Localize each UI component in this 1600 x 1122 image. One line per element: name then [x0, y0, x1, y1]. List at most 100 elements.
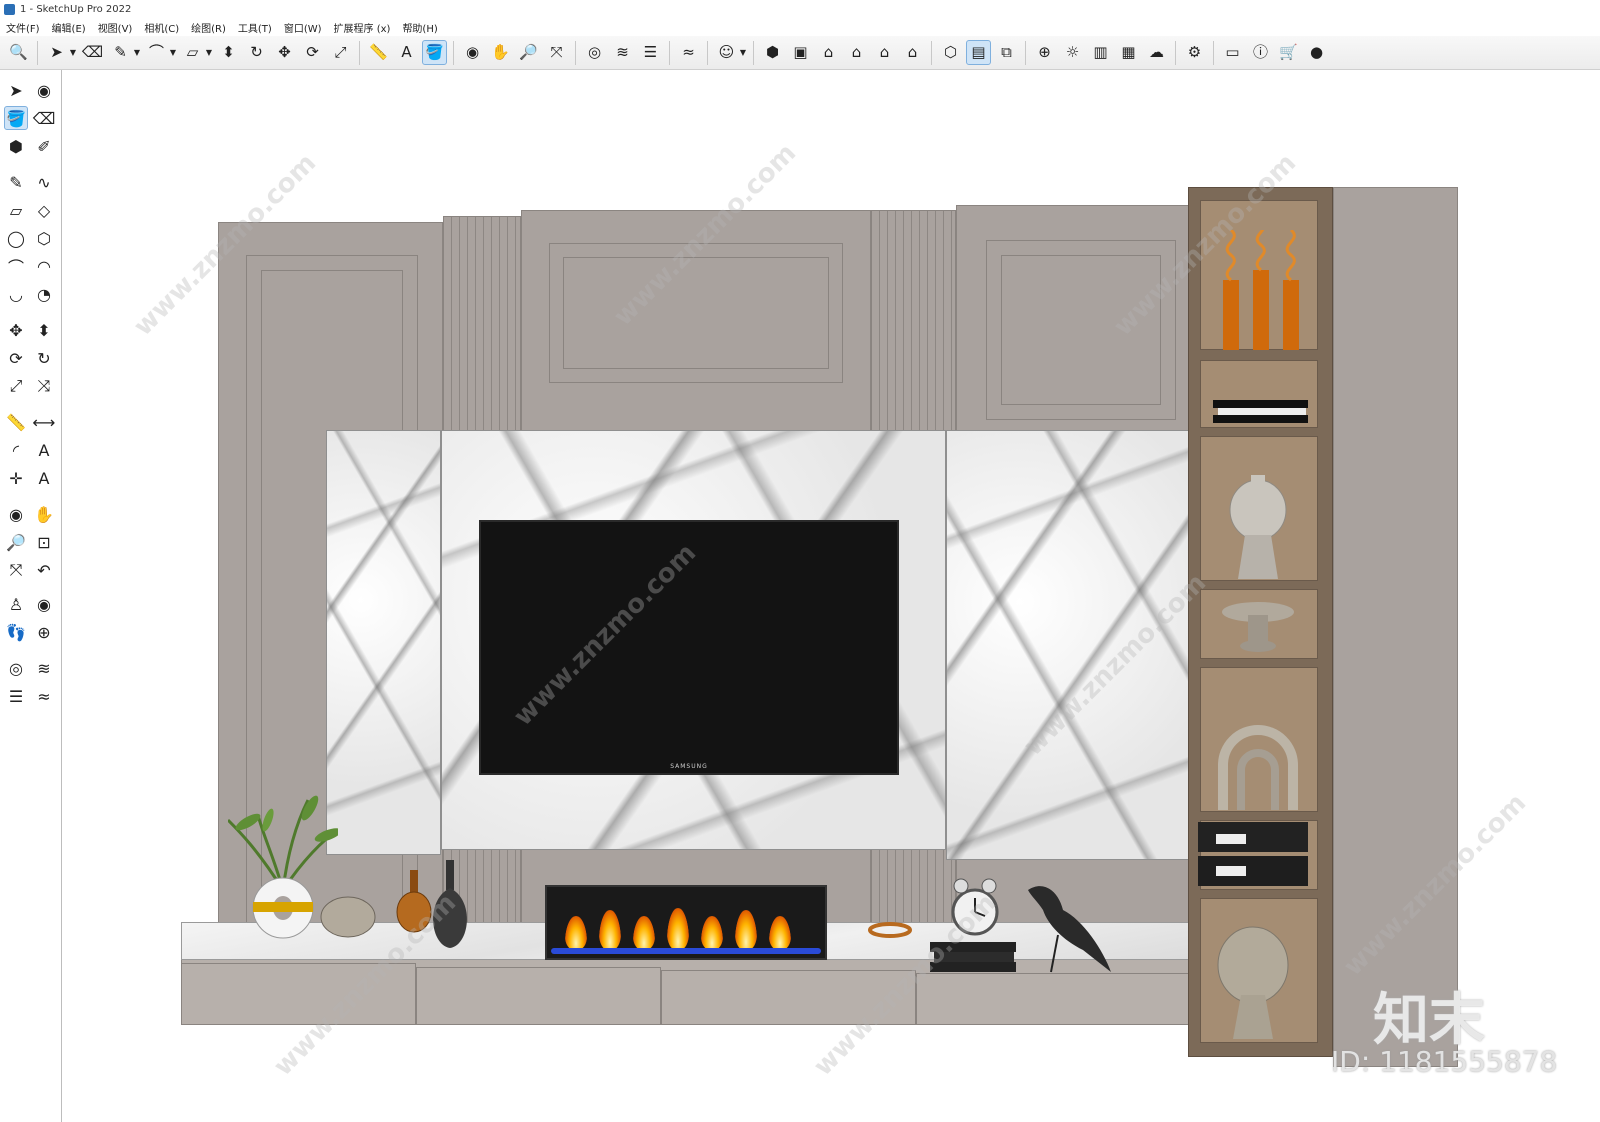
- pan-tool-icon[interactable]: ✋: [32, 502, 56, 526]
- move-tool-icon[interactable]: ✥: [4, 318, 28, 342]
- look-around-tool-icon[interactable]: ◉: [32, 592, 56, 616]
- account-icon[interactable]: ☺ ▼: [714, 40, 746, 65]
- rect-tool-icon[interactable]: ▱: [4, 198, 28, 222]
- zoom-icon[interactable]: 🔎: [516, 40, 541, 65]
- 3dtext-tool-icon[interactable]: A: [32, 466, 56, 490]
- top-view-icon[interactable]: ▣: [788, 40, 813, 65]
- line-tool-icon[interactable]: ✎: [4, 170, 28, 194]
- shadows-icon[interactable]: ☼: [1060, 40, 1085, 65]
- text-icon[interactable]: A: [394, 40, 419, 65]
- menu-item[interactable]: 扩展程序 (x): [333, 20, 392, 35]
- menu-item[interactable]: 帮助(H): [401, 20, 438, 35]
- offset-tool-icon[interactable]: ⤨: [32, 374, 56, 398]
- followme-tool-icon[interactable]: ↻: [32, 346, 56, 370]
- menu-item[interactable]: 窗口(W): [283, 20, 323, 35]
- texture-icon[interactable]: ▦: [1116, 40, 1141, 65]
- pie-tool-icon[interactable]: ◔: [32, 282, 56, 306]
- back-view-icon[interactable]: ⌂: [872, 40, 897, 65]
- tape-tool-icon[interactable]: 📏: [4, 410, 28, 434]
- follow-me-icon[interactable]: ↻: [244, 40, 269, 65]
- orbit-icon[interactable]: ◉: [460, 40, 485, 65]
- eraser-tool-icon[interactable]: ⌫: [32, 106, 56, 130]
- select-tool-icon[interactable]: ➤: [4, 78, 28, 102]
- cloud-icon[interactable]: ☁: [1144, 40, 1169, 65]
- dimension-tool-icon[interactable]: ⟷: [32, 410, 56, 434]
- rotate-icon[interactable]: ⟳: [300, 40, 325, 65]
- zoom-extents-tool-icon[interactable]: ⤧: [4, 558, 28, 582]
- scale-icon[interactable]: ⤢: [328, 40, 353, 65]
- prev-view-tool-icon[interactable]: ↶: [32, 558, 56, 582]
- zoom-window-icon[interactable]: 🔍: [6, 40, 31, 65]
- dropdown-arrow-icon[interactable]: ▼: [70, 49, 76, 57]
- text-tool-icon[interactable]: A: [32, 438, 56, 462]
- arc-tool-icon[interactable]: ⌒: [4, 254, 28, 278]
- left-view-icon[interactable]: ⌂: [900, 40, 925, 65]
- axes-tool-icon[interactable]: ✛: [4, 466, 28, 490]
- menu-item[interactable]: 工具(T): [237, 20, 273, 35]
- sandbox-contours-icon[interactable]: ◎: [582, 40, 607, 65]
- info-icon[interactable]: ⓘ: [1248, 40, 1273, 65]
- sandbox-contours-icon-glyph: ◎: [587, 43, 602, 61]
- profile-icon[interactable]: ●: [1304, 40, 1329, 65]
- iso-view-icon[interactable]: ⬢: [760, 40, 785, 65]
- orbit2-tool-icon[interactable]: ◉: [4, 502, 28, 526]
- zoom-extents-icon[interactable]: ⤧: [544, 40, 569, 65]
- dropdown-arrow-icon[interactable]: ▼: [170, 49, 176, 57]
- dropdown-arrow-icon[interactable]: ▼: [206, 49, 212, 57]
- paint-bucket-icon[interactable]: 🪣: [422, 40, 447, 65]
- rotated-rect-tool-icon[interactable]: ◇: [32, 198, 56, 222]
- rotate-tool-icon[interactable]: ⟳: [4, 346, 28, 370]
- sandbox-drape-icon[interactable]: ≈: [676, 40, 701, 65]
- sandbox-smoove-icon[interactable]: ☰: [638, 40, 663, 65]
- pan-icon[interactable]: ✋: [488, 40, 513, 65]
- dropdown-arrow-icon[interactable]: ▼: [740, 49, 746, 57]
- freehand-tool-icon[interactable]: ∿: [32, 170, 56, 194]
- zoom-tool-icon[interactable]: 🔎: [4, 530, 28, 554]
- layers-icon[interactable]: ▥: [1088, 40, 1113, 65]
- dropdown-arrow-icon[interactable]: ▼: [134, 49, 140, 57]
- polygon-tool-icon[interactable]: ⬡: [32, 226, 56, 250]
- extensions-icon[interactable]: ⚙: [1182, 40, 1207, 65]
- scale-tool-icon[interactable]: ⤢: [4, 374, 28, 398]
- eraser-icon[interactable]: ⌫: [80, 40, 105, 65]
- protractor-tool-icon[interactable]: ◜: [4, 438, 28, 462]
- 3d-warehouse-icon[interactable]: ⬡: [938, 40, 963, 65]
- select-icon[interactable]: ➤ ▼: [44, 40, 76, 65]
- walk-tool-icon[interactable]: 👣: [4, 620, 28, 644]
- tag-tool-icon[interactable]: ✐: [32, 134, 56, 158]
- menu-item[interactable]: 文件(F): [5, 20, 41, 35]
- pencil-icon[interactable]: ✎ ▼: [108, 40, 140, 65]
- message-icon[interactable]: ▭: [1220, 40, 1245, 65]
- menu-item[interactable]: 相机(C): [143, 20, 180, 35]
- contours-tool-icon[interactable]: ◎: [4, 656, 28, 680]
- sandbox-scratch-icon[interactable]: ≋: [610, 40, 635, 65]
- tape-measure-icon[interactable]: 📏: [366, 40, 391, 65]
- components-icon[interactable]: ⧉: [994, 40, 1019, 65]
- rectangle-icon[interactable]: ▱ ▼: [180, 40, 212, 65]
- cart-icon[interactable]: 🛒: [1276, 40, 1301, 65]
- push-pull-icon[interactable]: ⬍: [216, 40, 241, 65]
- menu-item[interactable]: 视图(V): [97, 20, 134, 35]
- menu-item[interactable]: 绘图(R): [190, 20, 227, 35]
- move-icon[interactable]: ✥: [272, 40, 297, 65]
- scratch-tool-icon[interactable]: ≋: [32, 656, 56, 680]
- front-view-icon[interactable]: ⌂: [816, 40, 841, 65]
- arc-icon[interactable]: ⌒ ▼: [144, 40, 176, 65]
- right-view-icon[interactable]: ⌂: [844, 40, 869, 65]
- model-viewport[interactable]: SAMSUNG www.znzmo.com www.znzmo.com www.…: [63, 70, 1600, 1122]
- arc3-tool-icon[interactable]: ◡: [4, 282, 28, 306]
- circle-tool-icon[interactable]: ◯: [4, 226, 28, 250]
- component-tool-icon[interactable]: ⬢: [4, 134, 28, 158]
- paint-tool-icon[interactable]: 🪣: [4, 106, 28, 130]
- arc2-tool-icon[interactable]: ◠: [32, 254, 56, 278]
- smoove-tool-icon[interactable]: ☰: [4, 684, 28, 708]
- add-location-icon[interactable]: ⊕: [1032, 40, 1057, 65]
- orbit-tool-icon[interactable]: ◉: [32, 78, 56, 102]
- section-plane-icon[interactable]: ▤: [966, 40, 991, 65]
- menu-item[interactable]: 编辑(E): [51, 20, 87, 35]
- pushpull-tool-icon[interactable]: ⬍: [32, 318, 56, 342]
- section-tool-icon[interactable]: ⊕: [32, 620, 56, 644]
- zoom-window-tool-icon[interactable]: ⊡: [32, 530, 56, 554]
- drape-tool-icon[interactable]: ≈: [32, 684, 56, 708]
- position-camera-tool-icon[interactable]: ♙: [4, 592, 28, 616]
